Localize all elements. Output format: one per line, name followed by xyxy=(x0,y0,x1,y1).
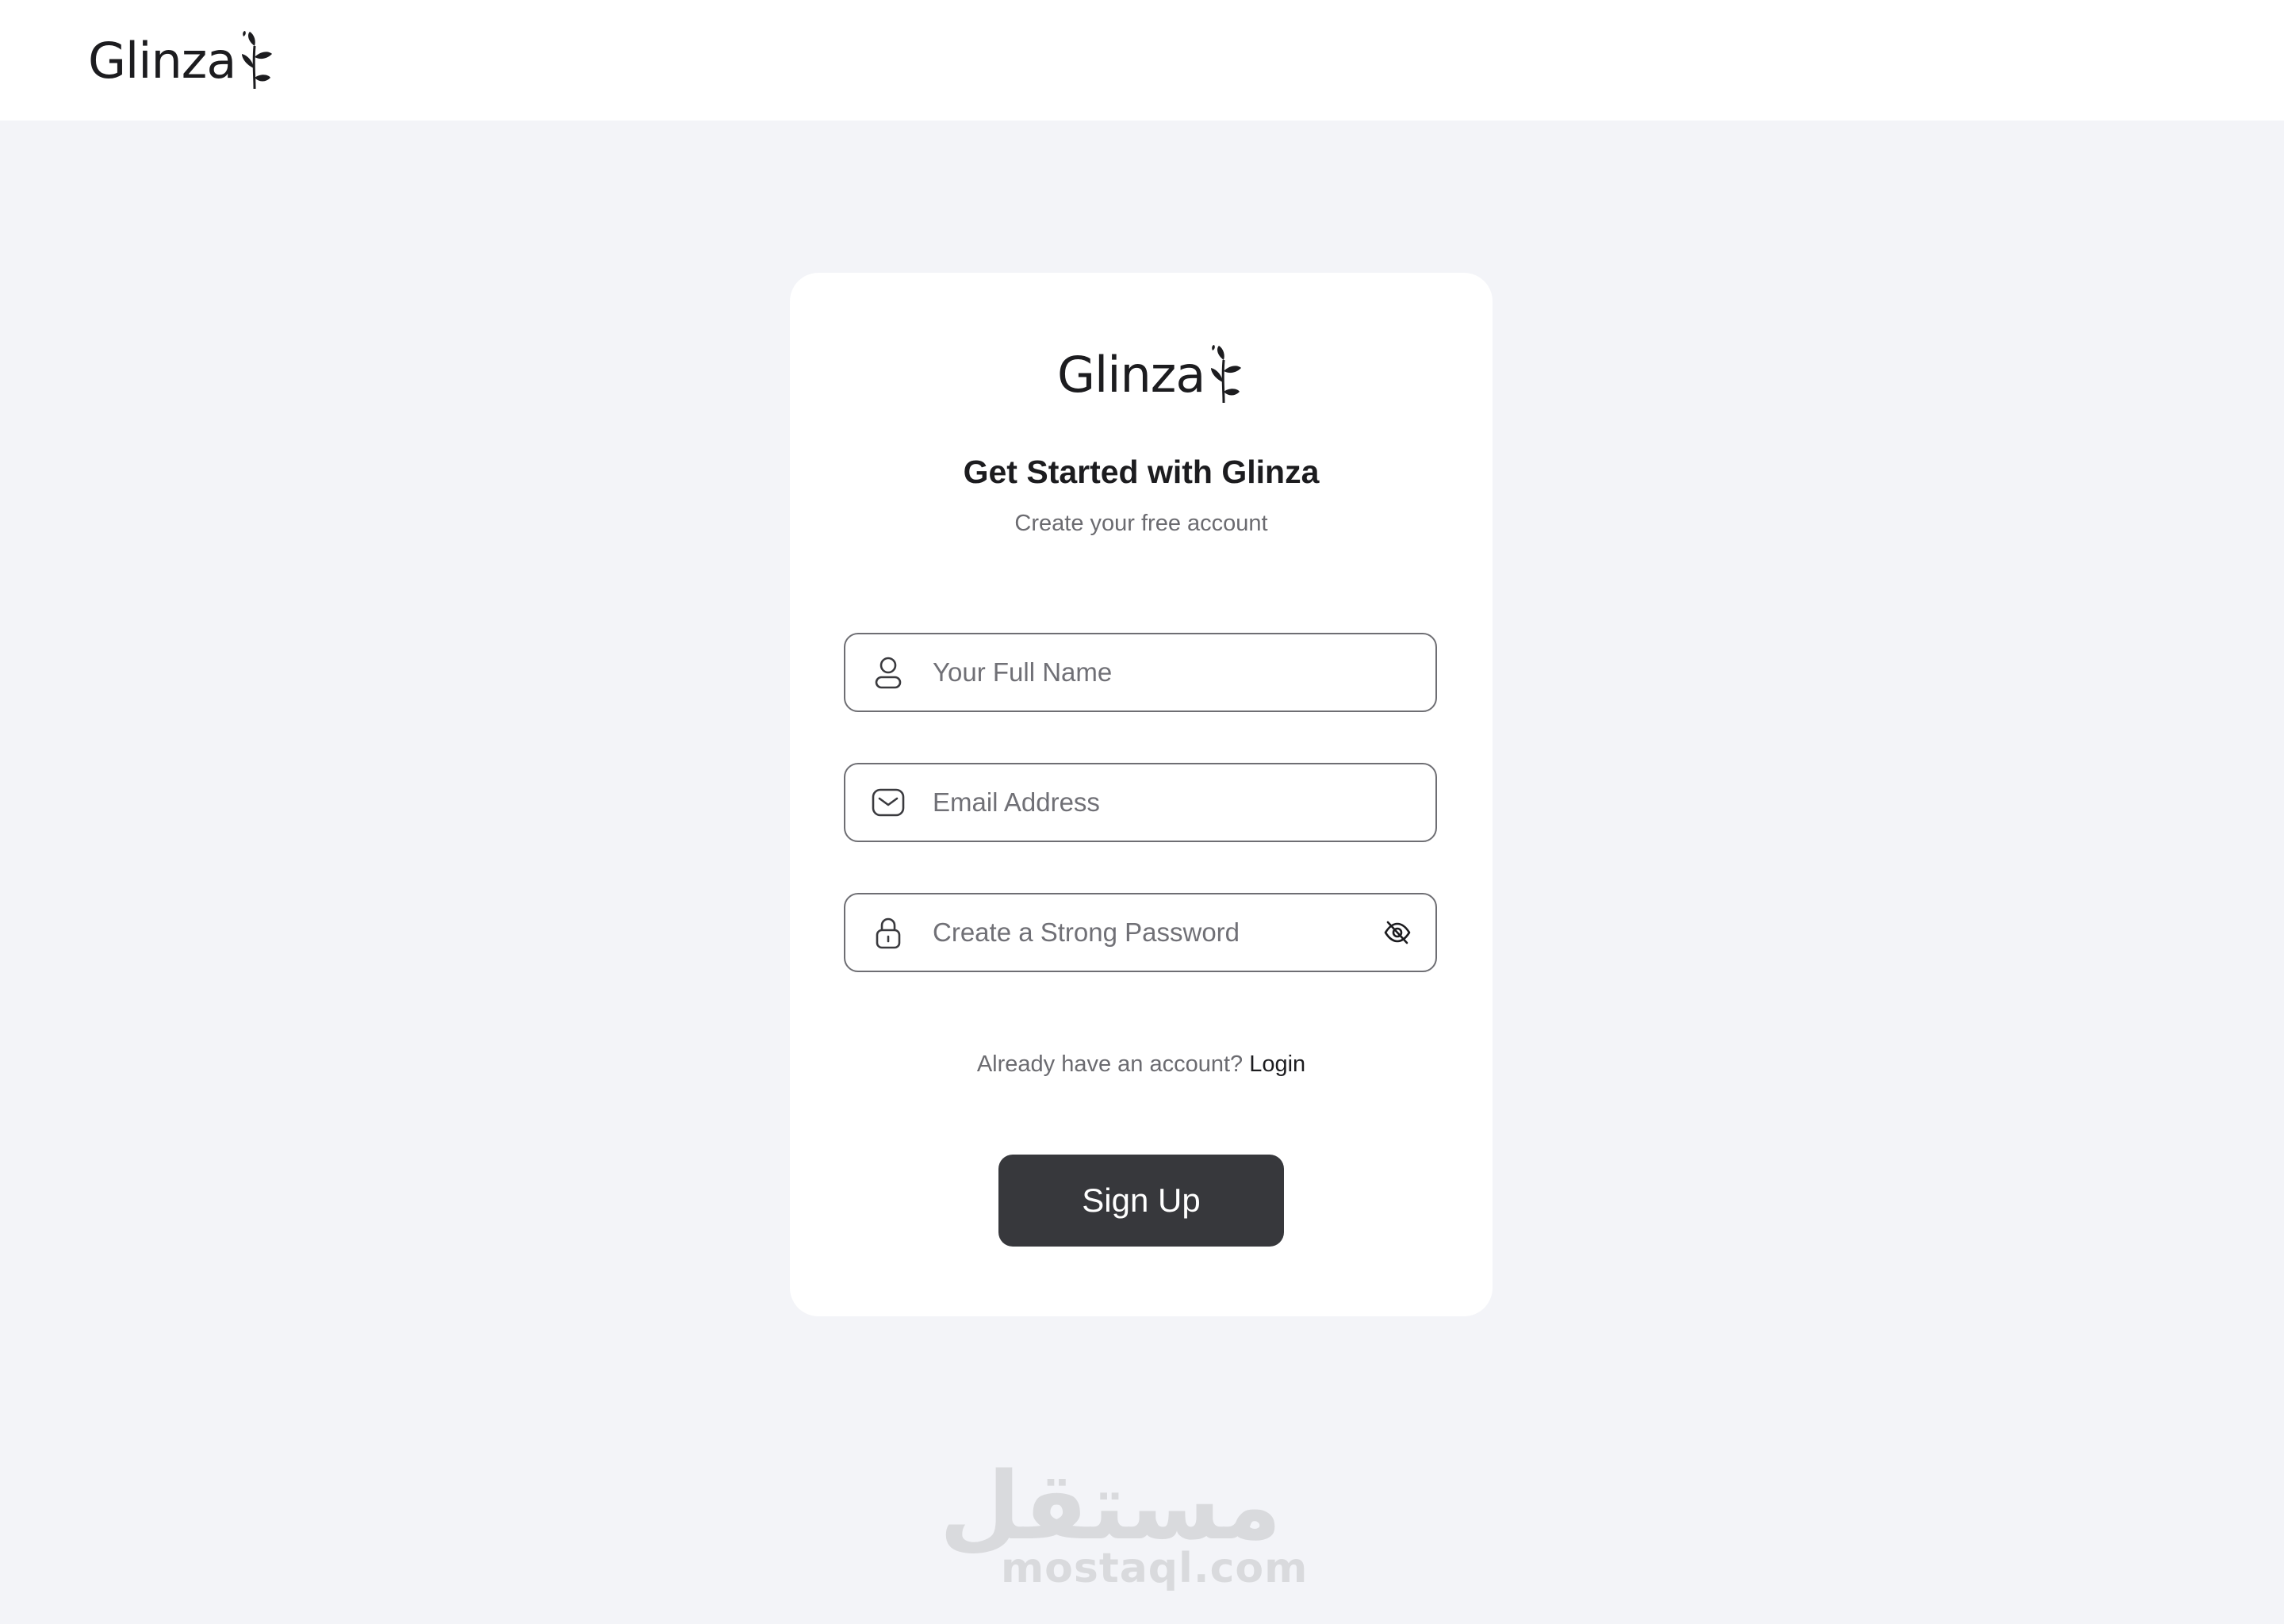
header-logo-text: Glinza xyxy=(88,32,236,90)
header-logo[interactable]: Glinza xyxy=(88,30,274,90)
signup-card: Glinza Get Started with Glinza Create yo… xyxy=(790,273,1493,1316)
leaf-sprig-icon xyxy=(242,31,273,90)
sign-up-button[interactable]: Sign Up xyxy=(998,1155,1284,1247)
card-logo: Glinza xyxy=(1057,344,1243,404)
eye-off-icon[interactable] xyxy=(1382,917,1413,948)
login-prompt: Already have an account? Login xyxy=(790,1051,1493,1078)
full-name-field[interactable] xyxy=(844,633,1437,712)
full-name-input[interactable] xyxy=(933,634,1372,710)
card-logo-text: Glinza xyxy=(1057,346,1205,404)
watermark: مستقل mostaql.com xyxy=(939,1451,1309,1592)
watermark-latin: mostaql.com xyxy=(1001,1545,1309,1592)
password-input[interactable] xyxy=(933,894,1372,971)
top-bar: Glinza xyxy=(0,0,2284,121)
email-field[interactable] xyxy=(844,763,1437,842)
email-input[interactable] xyxy=(933,764,1372,841)
login-prompt-text: Already have an account? xyxy=(976,1051,1244,1077)
leaf-sprig-icon xyxy=(1211,345,1242,404)
login-link[interactable]: Login xyxy=(1249,1051,1305,1077)
page-title: Get Started with Glinza xyxy=(963,454,1320,490)
mail-icon xyxy=(871,785,906,820)
password-field[interactable] xyxy=(844,893,1437,972)
watermark-arabic: مستقل xyxy=(939,1451,1282,1561)
page-subtitle: Create your free account xyxy=(1014,511,1268,536)
lock-icon xyxy=(871,915,906,950)
user-icon xyxy=(871,655,906,690)
